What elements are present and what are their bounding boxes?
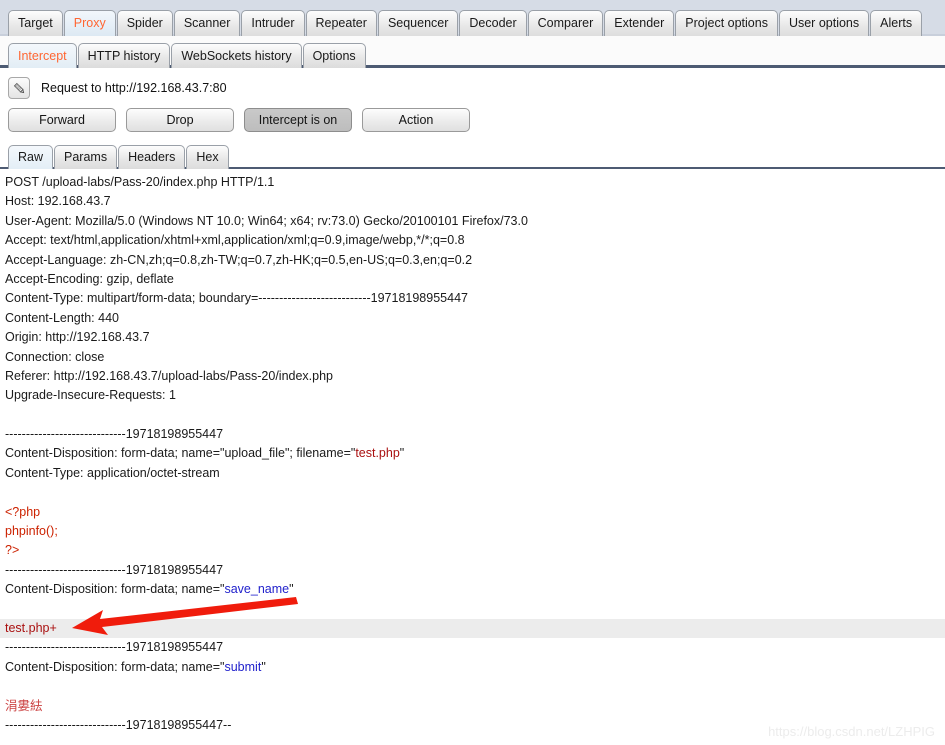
body-content-type-octet-stream: Content-Type: application/octet-stream xyxy=(5,465,220,480)
intercept-button-row: Forward Drop Intercept is on Action xyxy=(8,108,945,132)
save-name-value-line[interactable]: test.php+ xyxy=(0,618,945,639)
message-editor-tab-bar: Raw Params Headers Hex xyxy=(0,142,945,169)
disposition-suffix-submit: " xyxy=(261,659,266,674)
sub-tab-websockets-history[interactable]: WebSockets history xyxy=(171,43,302,68)
payload-php-close: ?> xyxy=(5,543,20,558)
main-tab-proxy[interactable]: Proxy xyxy=(63,10,116,36)
header-content-type: Content-Type: multipart/form-data; bound… xyxy=(5,291,468,306)
header-content-length: Content-Length: 440 xyxy=(5,310,119,325)
disposition-prefix-submit: Content-Disposition: form-data; name=" xyxy=(5,659,225,674)
disposition-prefix-save-name: Content-Disposition: form-data; name=" xyxy=(5,582,225,597)
sub-tab-intercept[interactable]: Intercept xyxy=(8,43,77,68)
sub-tab-http-history[interactable]: HTTP history xyxy=(77,43,171,68)
intercept-toolbar: Request to http://192.168.43.7:80 Forwar… xyxy=(0,68,945,132)
blank-line-after-headers xyxy=(0,406,945,425)
main-tab-sequencer[interactable]: Sequencer xyxy=(377,10,459,36)
disposition-suffix-save-name: " xyxy=(289,582,294,597)
header-upgrade-insecure-requests: Upgrade-Insecure-Requests: 1 xyxy=(5,388,176,403)
filename-value: test.php xyxy=(355,446,400,461)
editor-tab-params[interactable]: Params xyxy=(54,145,118,169)
main-tab-scanner[interactable]: Scanner xyxy=(173,10,241,36)
main-tab-target[interactable]: Target xyxy=(8,10,63,36)
watermark-text: https://blog.csdn.net/LZHPIG xyxy=(768,724,935,739)
editor-tab-hex[interactable]: Hex xyxy=(186,145,229,169)
header-origin: Origin: http://192.168.43.7 xyxy=(5,330,150,345)
main-tab-alerts[interactable]: Alerts xyxy=(870,10,923,36)
intercept-toggle-button[interactable]: Intercept is on xyxy=(244,108,352,132)
param-name-submit: submit xyxy=(224,659,262,674)
header-connection: Connection: close xyxy=(5,349,105,364)
main-tab-repeater[interactable]: Repeater xyxy=(305,10,377,36)
main-tab-decoder[interactable]: Decoder xyxy=(459,10,527,36)
payload-php-open: <?php xyxy=(5,504,41,519)
body-content-disposition-submit: Content-Disposition: form-data; name="su… xyxy=(0,658,945,677)
main-tab-intruder[interactable]: Intruder xyxy=(241,10,305,36)
param-name-save-name: save_name xyxy=(224,582,290,597)
body-content-disposition-save-name: Content-Disposition: form-data; name="sa… xyxy=(0,580,945,599)
sub-tab-options[interactable]: Options xyxy=(302,43,366,68)
submit-value-line: 涓婁紶 xyxy=(5,698,43,713)
main-tab-comparer[interactable]: Comparer xyxy=(527,10,604,36)
request-target-label: Request to http://192.168.43.7:80 xyxy=(41,81,227,95)
header-referer: Referer: http://192.168.43.7/upload-labs… xyxy=(5,368,333,383)
body-boundary-2: -----------------------------19718198955… xyxy=(5,562,224,577)
blank-line-before-save-name-value xyxy=(0,600,945,619)
header-accept-language: Accept-Language: zh-CN,zh;q=0.8,zh-TW;q=… xyxy=(5,252,473,267)
request-info-row: Request to http://192.168.43.7:80 xyxy=(8,76,945,100)
editor-tab-raw[interactable]: Raw xyxy=(8,145,54,169)
editor-tab-headers[interactable]: Headers xyxy=(118,145,186,169)
main-tab-project-options[interactable]: Project options xyxy=(675,10,778,36)
body-boundary-1: -----------------------------19718198955… xyxy=(5,427,224,442)
payload-phpinfo: phpinfo(); xyxy=(5,524,58,539)
header-host: Host: 192.168.43.7 xyxy=(5,194,111,209)
header-accept: Accept: text/html,application/xhtml+xml,… xyxy=(5,233,465,248)
blank-line-before-payload xyxy=(0,483,945,502)
request-line: POST /upload-labs/Pass-20/index.php HTTP… xyxy=(5,175,275,189)
header-accept-encoding: Accept-Encoding: gzip, deflate xyxy=(5,271,174,286)
header-user-agent: User-Agent: Mozilla/5.0 (Windows NT 10.0… xyxy=(5,213,528,228)
drop-button[interactable]: Drop xyxy=(126,108,234,132)
pencil-icon[interactable] xyxy=(8,77,30,99)
blank-line-before-submit-value xyxy=(0,677,945,696)
main-tab-bar: Target Proxy Spider Scanner Intruder Rep… xyxy=(0,0,945,36)
raw-request-editor[interactable]: POST /upload-labs/Pass-20/index.php HTTP… xyxy=(0,169,945,731)
body-boundary-3: -----------------------------19718198955… xyxy=(5,640,224,655)
body-content-disposition-upload-file: Content-Disposition: form-data; name="up… xyxy=(0,444,945,463)
disposition-prefix-upload-file: Content-Disposition: form-data; name="up… xyxy=(5,446,356,461)
disposition-suffix-upload-file: " xyxy=(399,446,405,461)
main-tab-user-options[interactable]: User options xyxy=(778,10,870,36)
main-tab-extender[interactable]: Extender xyxy=(604,10,675,36)
main-tab-spider[interactable]: Spider xyxy=(116,10,173,36)
action-button[interactable]: Action xyxy=(362,108,470,132)
forward-button[interactable]: Forward xyxy=(8,108,116,132)
proxy-sub-tab-bar: Intercept HTTP history WebSockets histor… xyxy=(0,36,945,68)
